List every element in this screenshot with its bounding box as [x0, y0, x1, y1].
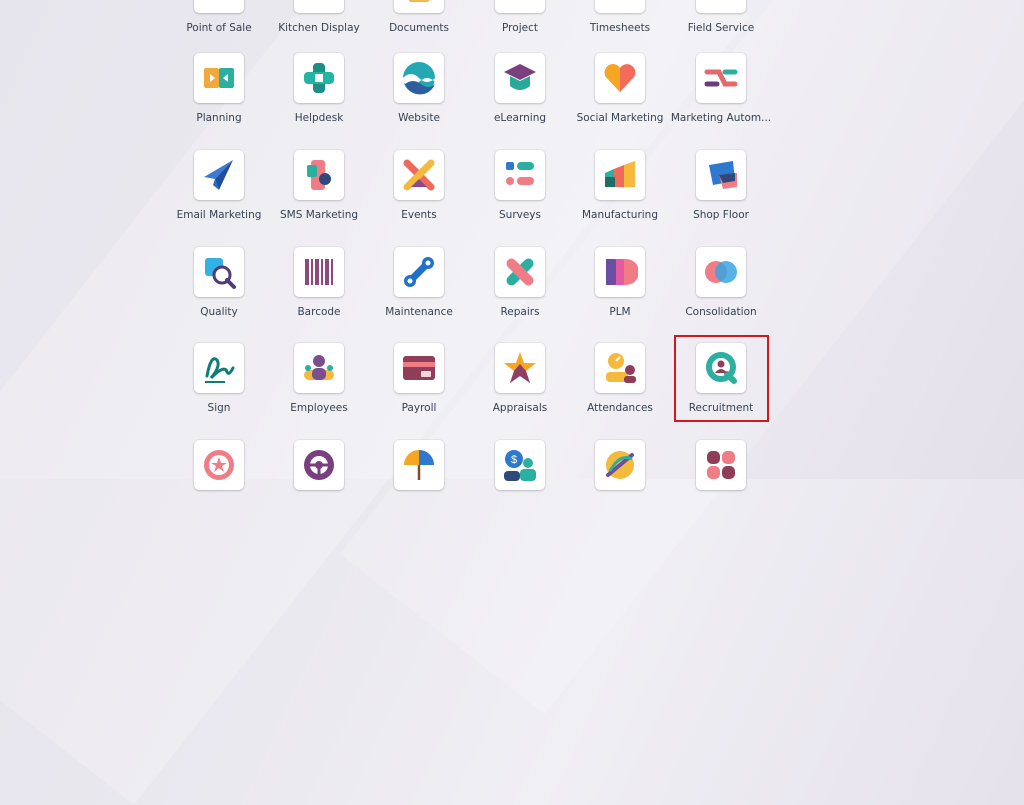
- point-of-sale-icon: [194, 0, 244, 13]
- app-label: Field Service: [687, 22, 755, 34]
- fleet-icon: [294, 440, 344, 490]
- time-off-icon: [394, 440, 444, 490]
- elearning-icon: [495, 53, 545, 103]
- svg-text:$: $: [511, 454, 517, 466]
- app-attendances[interactable]: Attendances: [570, 343, 670, 433]
- app-label: Shop Floor: [693, 209, 749, 221]
- documents-icon: [394, 0, 444, 13]
- surveys-icon: [495, 150, 545, 200]
- project-icon: [495, 0, 545, 13]
- appraisals-icon: [495, 343, 545, 393]
- recruitment-highlight-box: [674, 335, 769, 422]
- attendances-icon: [595, 343, 645, 393]
- website-icon: [394, 53, 444, 103]
- app-expenses[interactable]: $: [470, 440, 570, 530]
- timesheets-icon: [595, 0, 645, 13]
- app-barcode[interactable]: Barcode: [269, 247, 369, 337]
- app-repairs[interactable]: Repairs: [470, 247, 570, 337]
- helpdesk-icon: [294, 53, 344, 103]
- app-time-off[interactable]: [369, 440, 469, 530]
- app-label: Consolidation: [685, 306, 757, 318]
- app-project[interactable]: Project: [470, 0, 570, 53]
- events-icon: [394, 150, 444, 200]
- marketing-automation-icon: [696, 53, 746, 103]
- app-marketing-automation[interactable]: Marketing Autom...: [671, 53, 771, 143]
- app-quality[interactable]: Quality: [169, 247, 269, 337]
- app-events[interactable]: Events: [369, 150, 469, 240]
- app-elearning[interactable]: eLearning: [470, 53, 570, 143]
- sms-marketing-icon: [294, 150, 344, 200]
- employees-icon: [294, 343, 344, 393]
- lunch-icon: [595, 440, 645, 490]
- app-knowledge[interactable]: [671, 440, 771, 530]
- planning-icon: [194, 53, 244, 103]
- app-maintenance[interactable]: Maintenance: [369, 247, 469, 337]
- app-label: Marketing Autom...: [670, 112, 772, 124]
- app-manufacturing[interactable]: Manufacturing: [570, 150, 670, 240]
- referrals-icon: [194, 440, 244, 490]
- app-referrals[interactable]: [169, 440, 269, 530]
- app-website[interactable]: Website: [369, 53, 469, 143]
- app-email-marketing[interactable]: Email Marketing: [169, 150, 269, 240]
- app-planning[interactable]: Planning: [169, 53, 269, 143]
- field-service-icon: [696, 0, 746, 13]
- app-timesheets[interactable]: Timesheets: [570, 0, 670, 53]
- kitchen-display-icon: [294, 0, 344, 13]
- app-appraisals[interactable]: Appraisals: [470, 343, 570, 433]
- app-fleet[interactable]: [269, 440, 369, 530]
- quality-icon: [194, 247, 244, 297]
- app-surveys[interactable]: Surveys: [470, 150, 570, 240]
- app-consolidation[interactable]: Consolidation: [671, 247, 771, 337]
- manufacturing-icon: [595, 150, 645, 200]
- knowledge-icon: [696, 440, 746, 490]
- app-shop-floor[interactable]: Shop Floor: [671, 150, 771, 240]
- app-kitchen-display[interactable]: Kitchen Display: [269, 0, 369, 53]
- shop-floor-icon: [696, 150, 746, 200]
- plm-icon: [595, 247, 645, 297]
- app-documents[interactable]: Documents: [369, 0, 469, 53]
- app-sms-marketing[interactable]: SMS Marketing: [269, 150, 369, 240]
- app-helpdesk[interactable]: Helpdesk: [269, 53, 369, 143]
- app-point-of-sale[interactable]: Point of Sale: [169, 0, 269, 53]
- expenses-icon: $: [495, 440, 545, 490]
- social-marketing-icon: [595, 53, 645, 103]
- app-social-marketing[interactable]: Social Marketing: [570, 53, 670, 143]
- repairs-icon: [495, 247, 545, 297]
- app-payroll[interactable]: Payroll: [369, 343, 469, 433]
- app-field-service[interactable]: Field Service: [671, 0, 771, 53]
- email-marketing-icon: [194, 150, 244, 200]
- app-lunch[interactable]: [570, 440, 670, 530]
- payroll-icon: [394, 343, 444, 393]
- app-sign[interactable]: Sign: [169, 343, 269, 433]
- consolidation-icon: [696, 247, 746, 297]
- barcode-icon: [294, 247, 344, 297]
- sign-icon: [194, 343, 244, 393]
- app-plm[interactable]: PLM: [570, 247, 670, 337]
- maintenance-icon: [394, 247, 444, 297]
- app-employees[interactable]: Employees: [269, 343, 369, 433]
